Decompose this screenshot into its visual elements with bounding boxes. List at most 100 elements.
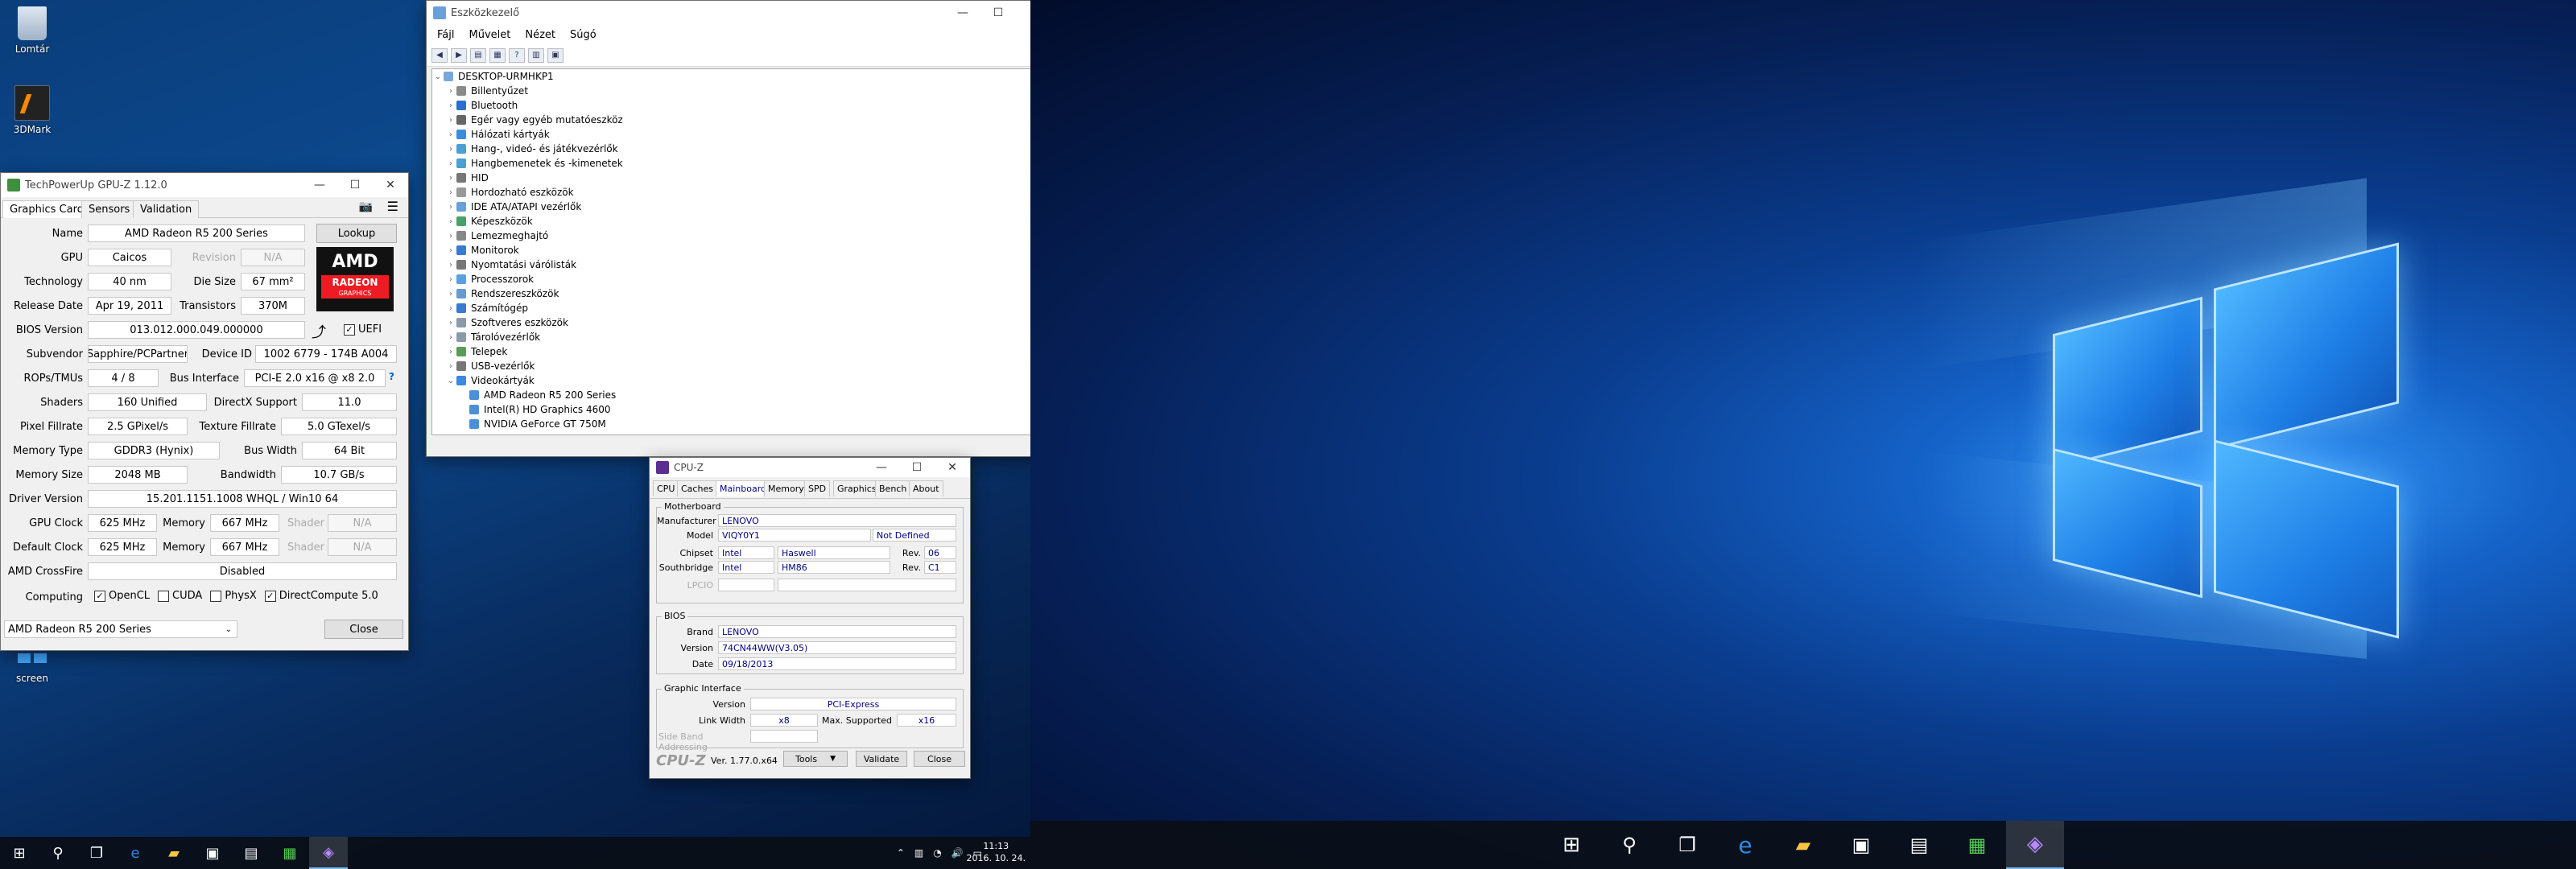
directcompute-checkbox[interactable]: ✓ DirectCompute 5.0 [264, 590, 378, 602]
folder-icon[interactable]: ▰ [1774, 821, 1832, 869]
search-icon[interactable]: ⚲ [1600, 821, 1658, 869]
menu-file[interactable]: Fájl [430, 29, 461, 41]
chevron-up-icon[interactable]: ⌃ [897, 847, 905, 859]
tree-category[interactable]: › HID [432, 171, 1030, 185]
tree-category[interactable]: › Képeszközök [432, 214, 1030, 229]
tree-category[interactable]: › IDE ATA/ATAPI vezérlők [432, 200, 1030, 214]
close-icon[interactable]: ✕ [935, 458, 970, 477]
cpuz-taskbar-icon[interactable]: ◈ [2006, 821, 2064, 869]
device-manager-taskbar-icon[interactable]: ▤ [232, 837, 270, 869]
tab-caches[interactable]: Caches [677, 480, 717, 496]
chevron-right-icon[interactable]: › [445, 101, 456, 110]
start-icon[interactable]: ⊞ [0, 837, 39, 869]
back-icon[interactable]: ◀ [431, 47, 448, 63]
chevron-right-icon[interactable]: › [445, 188, 456, 197]
chevron-right-icon[interactable]: › [445, 203, 456, 212]
maximize-icon[interactable]: ☐ [337, 173, 373, 197]
tree-category[interactable]: › Egér vagy egyéb mutatóeszköz [432, 113, 1030, 127]
gpuz-taskbar-icon[interactable]: ▦ [1948, 821, 2006, 869]
title-bar[interactable]: TechPowerUp GPU-Z 1.12.0 — ☐ ✕ [1, 173, 408, 197]
gpuz-taskbar-icon[interactable]: ▦ [270, 837, 309, 869]
chevron-right-icon[interactable]: › [445, 87, 456, 96]
screen-icon[interactable]: screen [0, 653, 64, 684]
tree-category[interactable]: ⌄ Videokártyák [432, 373, 1030, 388]
cpuz-taskbar-icon[interactable]: ◈ [309, 837, 348, 869]
task-view-icon[interactable]: ❐ [1658, 821, 1716, 869]
properties-icon[interactable]: ▦ [489, 47, 506, 63]
tree-root[interactable]: ⌄ DESKTOP-URMHKP1 [432, 69, 1030, 84]
tab-about[interactable]: About [909, 480, 943, 496]
folder-icon[interactable]: ▰ [155, 837, 193, 869]
details-icon[interactable]: ▥ [528, 47, 544, 63]
tree-device[interactable]: Intel(R) HD Graphics 4600 [432, 402, 1030, 417]
tree-category[interactable]: › Billentyűzet [432, 84, 1030, 98]
menu-view[interactable]: Nézet [518, 29, 563, 41]
title-bar[interactable]: CPU-Z — ☐ ✕ [650, 458, 970, 477]
close-button[interactable]: Close [914, 751, 965, 767]
chevron-right-icon[interactable]: › [445, 116, 456, 125]
chevron-right-icon[interactable]: › [445, 333, 456, 342]
tab-cpu[interactable]: CPU [653, 480, 679, 496]
chevron-right-icon[interactable]: › [445, 145, 456, 154]
chevron-right-icon[interactable]: › [445, 217, 456, 226]
uefi-checkbox[interactable]: ✓ UEFI [344, 323, 382, 336]
tab-graphics[interactable]: Graphics [833, 480, 881, 496]
tree-category[interactable]: › USB-vezérlők [432, 359, 1030, 373]
search-icon[interactable]: ⚲ [39, 837, 77, 869]
validate-button[interactable]: Validate [856, 751, 907, 767]
tab-bench[interactable]: Bench [875, 480, 911, 496]
chevron-right-icon[interactable]: › [445, 174, 456, 183]
tree-category[interactable]: › Tárolóvezérlők [432, 330, 1030, 344]
tree-category[interactable]: › Telepek [432, 344, 1030, 359]
store-icon[interactable]: ▣ [193, 837, 232, 869]
close-button[interactable]: Close [324, 620, 403, 639]
chevron-right-icon[interactable]: › [445, 362, 456, 371]
menu-help[interactable]: Súgó [563, 29, 604, 41]
chevron-down-icon[interactable]: ⌄ [432, 72, 444, 81]
chevron-down-icon[interactable]: ⌄ [445, 377, 456, 385]
tree-category[interactable]: › Processzorok [432, 272, 1030, 286]
edge-icon[interactable]: e [116, 837, 155, 869]
gpu-select[interactable]: AMD Radeon R5 200 Series ⌄ [4, 620, 237, 638]
tree-category[interactable]: › Rendszereszközök [432, 286, 1030, 301]
maximize-icon[interactable]: ☐ [980, 1, 1016, 25]
lookup-button[interactable]: Lookup [316, 224, 397, 243]
tools-button[interactable]: Tools ▼ [783, 751, 848, 767]
tree-device[interactable]: NVIDIA GeForce GT 750M [432, 417, 1030, 431]
chevron-right-icon[interactable]: › [445, 304, 456, 313]
help-icon[interactable]: ? [509, 47, 525, 63]
chevron-right-icon[interactable]: › [445, 348, 456, 356]
tree-category[interactable]: › Számítógép [432, 301, 1030, 315]
tree-category[interactable]: › Hordozható eszközök [432, 185, 1030, 200]
wifi-icon[interactable]: ◔ [933, 847, 941, 859]
minimize-icon[interactable]: — [864, 458, 899, 477]
tree-device[interactable]: AMD Radeon R5 200 Series [432, 388, 1030, 402]
tab-memory[interactable]: Memory [764, 480, 808, 496]
tab-graphics-card[interactable]: Graphics Card [2, 200, 91, 218]
tree-category[interactable]: › Nyomtatási várólisták [432, 257, 1030, 272]
chevron-right-icon[interactable]: › [445, 290, 456, 299]
tab-sensors[interactable]: Sensors [81, 200, 138, 218]
chevron-right-icon[interactable]: › [445, 261, 456, 270]
tab-mainboard[interactable]: Mainboard [716, 480, 771, 496]
clock[interactable]: 11:13 2016. 10. 24. [967, 840, 1026, 864]
tab-spd[interactable]: SPD [804, 480, 831, 496]
tree-category[interactable]: › Lemezmeghajtó [432, 229, 1030, 243]
tree-category[interactable]: › Hálózati kártyák [432, 127, 1030, 142]
task-view-icon[interactable]: ❐ [77, 837, 116, 869]
tree-category[interactable]: › Szoftveres eszközök [432, 315, 1030, 330]
tree-category[interactable]: › Hangbemenetek és -kimenetek [432, 156, 1030, 171]
chevron-right-icon[interactable]: › [445, 319, 456, 327]
recycle-bin-icon[interactable]: Lomtár [0, 6, 64, 55]
minimize-icon[interactable]: — [945, 1, 980, 25]
tree-category[interactable]: › Hang-, videó- és játékvezérlők [432, 142, 1030, 156]
forward-icon[interactable]: ▶ [451, 47, 467, 63]
help-icon[interactable]: ? [389, 371, 394, 382]
cuda-checkbox[interactable]: CUDA [158, 590, 202, 602]
3dmark-icon[interactable]: 3DMark [0, 85, 64, 135]
close-icon[interactable]: ✕ [373, 173, 408, 197]
menu-icon[interactable]: ☰ [387, 199, 398, 214]
scan-icon[interactable]: ▣ [547, 47, 564, 63]
list-icon[interactable]: ▤ [470, 47, 486, 63]
close-icon[interactable]: ✕ [1016, 1, 1030, 25]
